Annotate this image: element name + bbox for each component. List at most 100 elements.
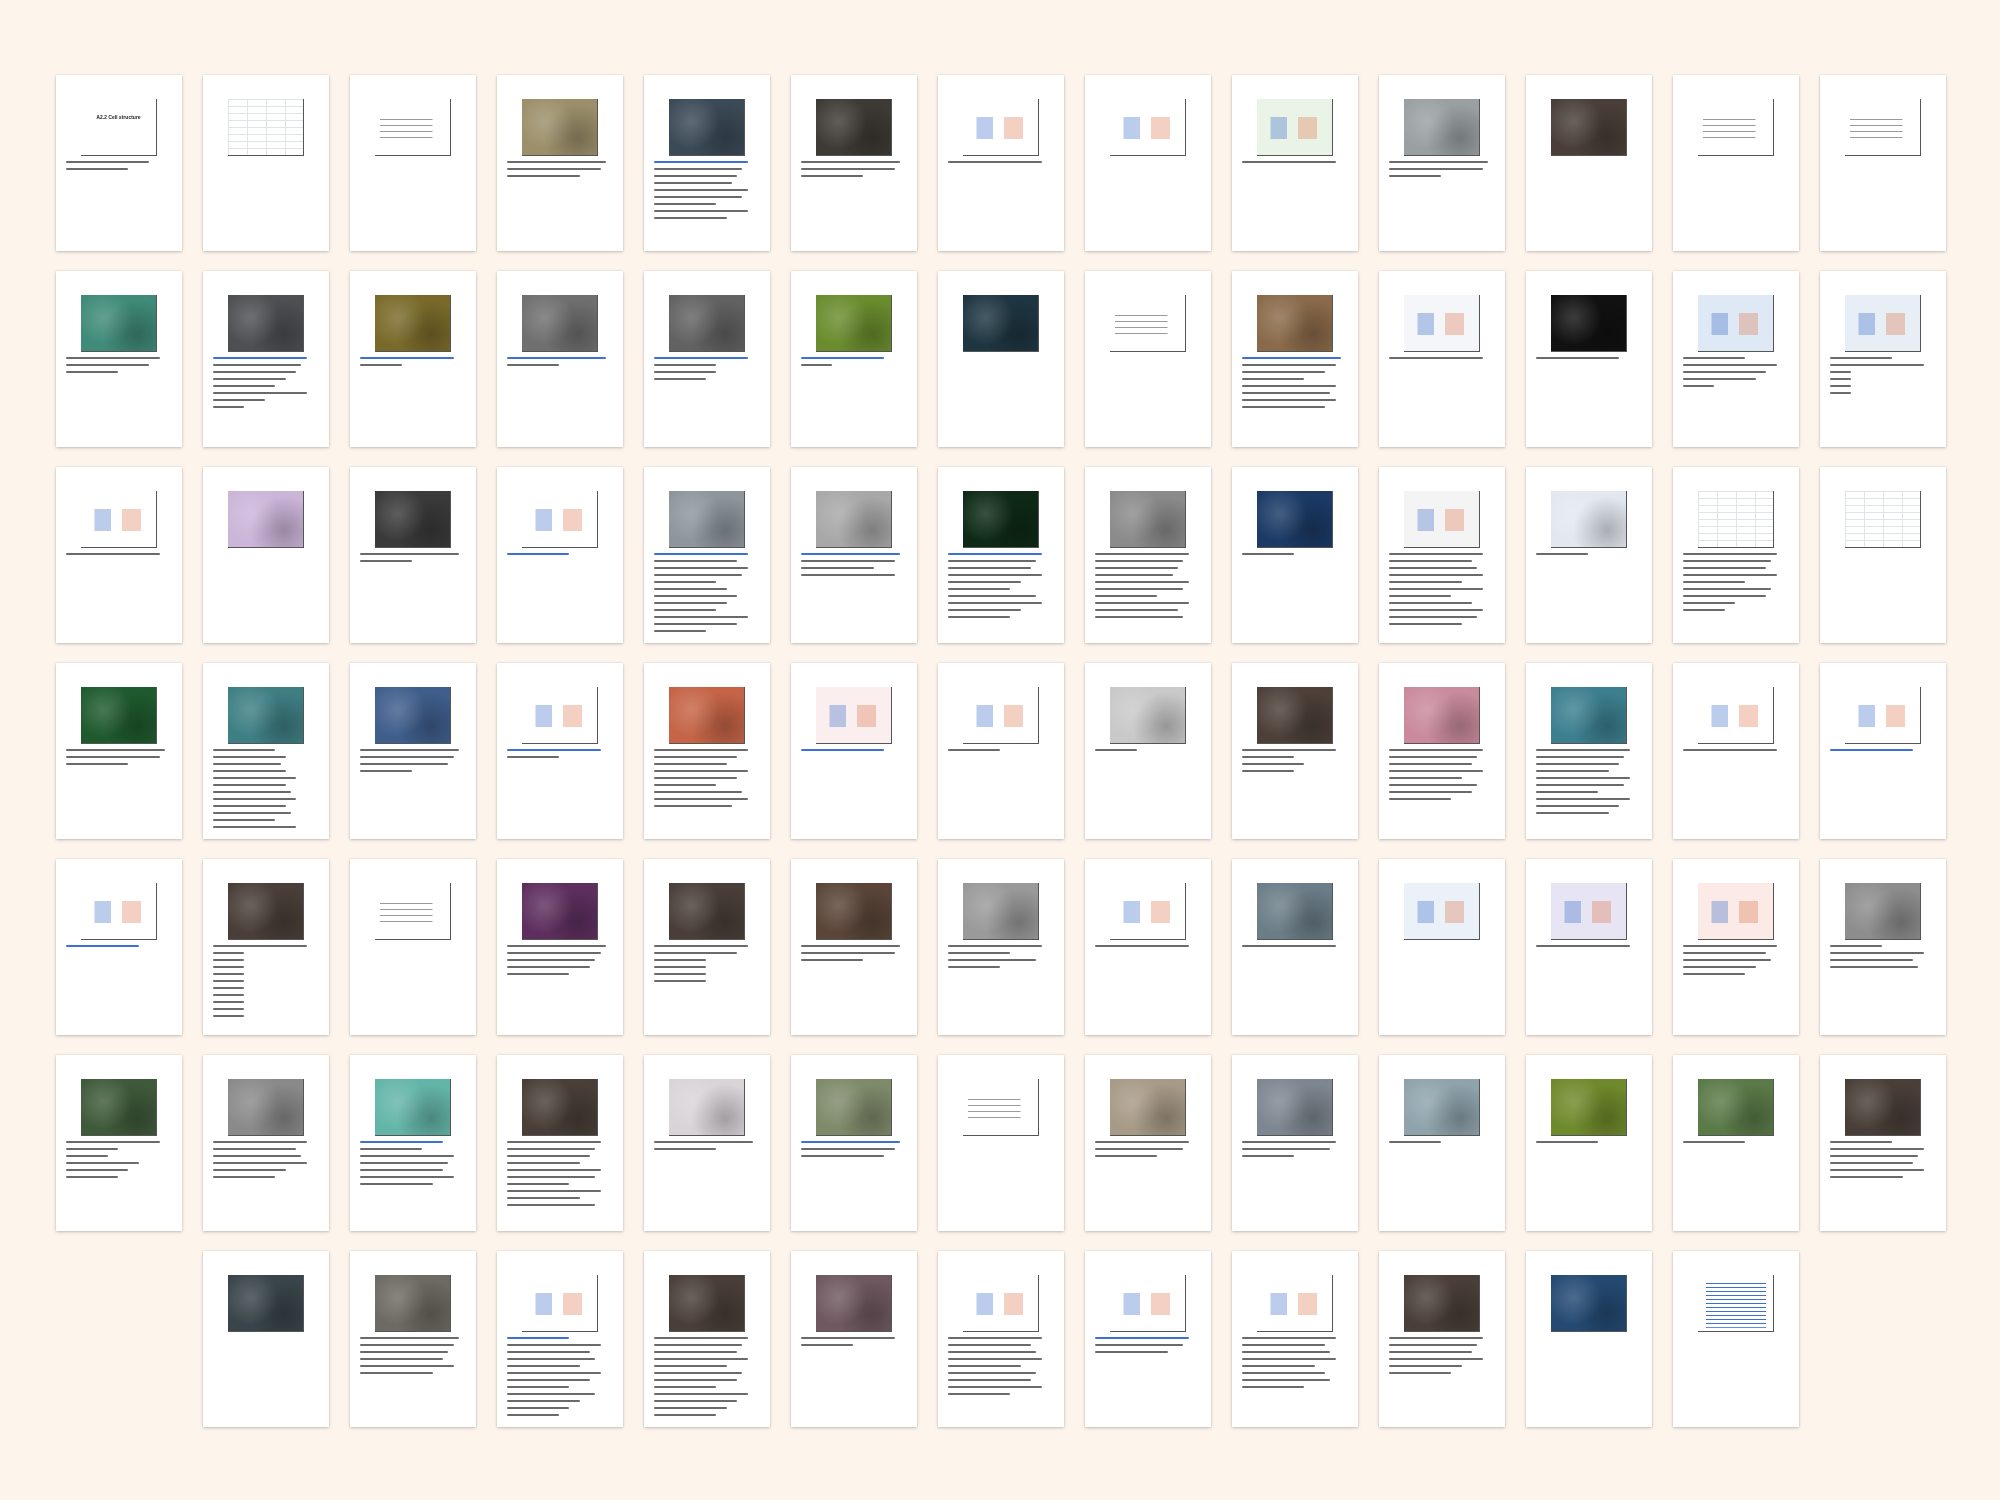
notes-text-line [1830,945,1882,947]
page-thumbnail[interactable] [1673,1055,1799,1231]
page-thumbnail[interactable] [1673,663,1799,839]
page-thumbnail[interactable] [1085,271,1211,447]
page-thumbnail[interactable] [1379,1055,1505,1231]
page-thumbnail[interactable] [1673,467,1799,643]
page-thumbnail[interactable] [791,1251,917,1427]
page-thumbnail[interactable] [1232,1055,1358,1231]
page-thumbnail[interactable] [203,75,329,251]
slide-image [1698,99,1774,156]
page-thumbnail[interactable] [1820,271,1946,447]
page-thumbnail[interactable] [350,75,476,251]
page-thumbnail[interactable] [938,1055,1064,1231]
page-thumbnail[interactable] [938,1251,1064,1427]
page-thumbnail[interactable] [1526,75,1652,251]
page-thumbnail[interactable] [1820,663,1946,839]
page-thumbnail[interactable] [1673,1251,1799,1427]
page-thumbnail[interactable] [938,271,1064,447]
page-thumbnail[interactable] [497,663,623,839]
page-thumbnail[interactable] [644,271,770,447]
page-thumbnail[interactable] [1379,271,1505,447]
page-thumbnail[interactable] [56,663,182,839]
page-thumbnail[interactable] [497,75,623,251]
page-thumbnail[interactable] [1085,1251,1211,1427]
page-thumbnail[interactable] [1526,859,1652,1035]
page-thumbnail[interactable] [1526,271,1652,447]
page-thumbnail[interactable] [1232,859,1358,1035]
page-thumbnail[interactable] [203,1055,329,1231]
page-thumbnail[interactable] [1526,663,1652,839]
page-thumbnail[interactable] [1085,859,1211,1035]
page-thumbnail[interactable] [644,663,770,839]
page-thumbnail[interactable] [350,859,476,1035]
page-thumbnail[interactable] [644,467,770,643]
page-thumbnail[interactable] [1232,75,1358,251]
page-thumbnail[interactable] [938,663,1064,839]
page-thumbnail[interactable] [1379,467,1505,643]
page-thumbnail[interactable] [1379,663,1505,839]
page-thumbnail[interactable] [644,859,770,1035]
page-thumbnail[interactable] [350,663,476,839]
page-thumbnail[interactable] [1379,1251,1505,1427]
page-thumbnail[interactable] [1526,1055,1652,1231]
page-thumbnail[interactable] [791,75,917,251]
page-thumbnail[interactable] [1085,75,1211,251]
page-thumbnail[interactable] [791,1055,917,1231]
page-thumbnail[interactable] [350,1055,476,1231]
page-thumbnail[interactable] [203,1251,329,1427]
speaker-notes [1389,749,1493,805]
page-thumbnail[interactable] [1232,663,1358,839]
notes-text-line [1389,1141,1441,1143]
page-thumbnail[interactable] [644,1055,770,1231]
page-thumbnail[interactable] [938,75,1064,251]
page-thumbnail[interactable] [1379,859,1505,1035]
page-thumbnail[interactable] [203,663,329,839]
page-thumbnail[interactable] [350,1251,476,1427]
page-thumbnail[interactable] [497,1251,623,1427]
page-thumbnail[interactable] [497,271,623,447]
speaker-notes [654,161,758,224]
page-thumbnail[interactable] [1085,467,1211,643]
notes-text-line [1536,805,1620,807]
page-thumbnail[interactable] [203,859,329,1035]
page-thumbnail[interactable] [350,467,476,643]
page-thumbnail[interactable] [1379,75,1505,251]
notes-text-line [1536,357,1620,359]
page-thumbnail[interactable] [938,859,1064,1035]
page-thumbnail[interactable] [497,467,623,643]
page-thumbnail[interactable] [1673,859,1799,1035]
page-thumbnail[interactable] [1085,663,1211,839]
page-thumbnail[interactable] [791,467,917,643]
page-thumbnail[interactable] [497,859,623,1035]
page-thumbnail[interactable] [1232,271,1358,447]
speaker-notes [1536,945,1640,952]
page-thumbnail[interactable] [938,467,1064,643]
page-thumbnail[interactable] [1085,1055,1211,1231]
page-thumbnail[interactable] [1673,271,1799,447]
page-thumbnail[interactable] [203,467,329,643]
page-thumbnail[interactable] [1820,75,1946,251]
page-thumbnail[interactable] [497,1055,623,1231]
page-thumbnail[interactable] [56,467,182,643]
page-thumbnail[interactable] [791,271,917,447]
page-thumbnail[interactable] [56,1055,182,1231]
page-thumbnail[interactable] [1820,859,1946,1035]
page-thumbnail[interactable] [1673,75,1799,251]
page-thumbnail[interactable] [644,75,770,251]
page-thumbnail[interactable] [56,271,182,447]
page-thumbnail[interactable] [644,1251,770,1427]
page-thumbnail[interactable] [1526,467,1652,643]
page-thumbnail[interactable] [56,859,182,1035]
page-thumbnail[interactable]: A2.2 Cell structure [56,75,182,251]
page-thumbnail[interactable] [1820,1055,1946,1231]
page-thumbnail[interactable] [791,859,917,1035]
page-thumbnail[interactable] [791,663,917,839]
page-thumbnail[interactable] [1820,467,1946,643]
notes-text-line [360,1183,433,1185]
page-thumbnail[interactable] [1232,1251,1358,1427]
page-thumbnail[interactable] [203,271,329,447]
slide-image [1404,99,1480,156]
page-thumbnail[interactable] [350,271,476,447]
speaker-notes [360,1337,464,1379]
page-thumbnail[interactable] [1232,467,1358,643]
page-thumbnail[interactable] [1526,1251,1652,1427]
